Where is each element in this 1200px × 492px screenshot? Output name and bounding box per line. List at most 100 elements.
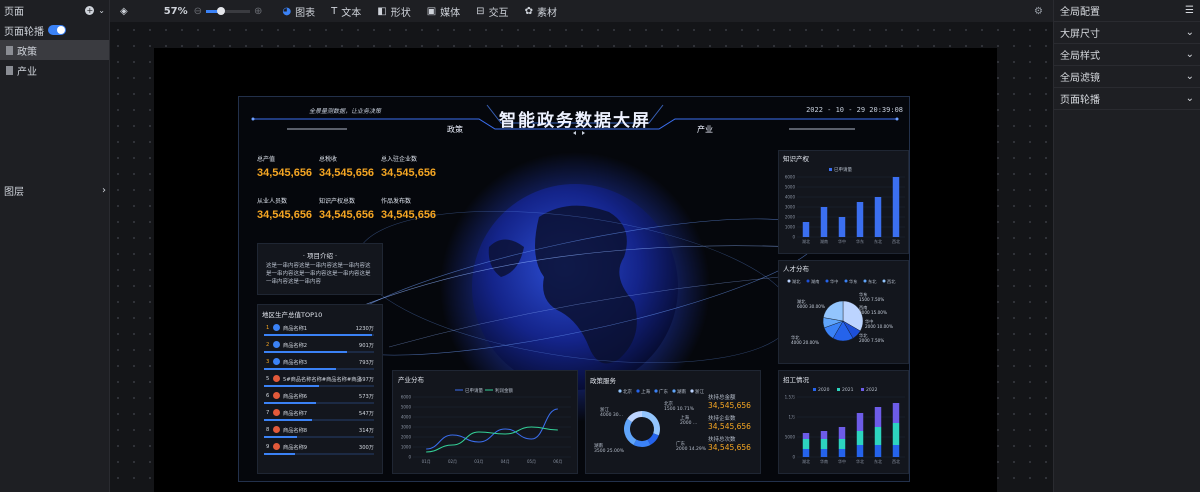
- text-icon: T: [331, 5, 338, 17]
- industry-line-chart: 产业分布已申请量 利润金额 0 1000 2000 3000 4000 5000 6000 01月…: [398, 375, 571, 464]
- page-list: 政策 产业: [0, 40, 109, 80]
- svg-text:上海: 上海: [680, 414, 689, 421]
- rank-value: 314万: [358, 428, 374, 434]
- zoom-slider[interactable]: [206, 6, 251, 15]
- talent-pie-chart: 人才分布湖北 湖南 华中 华东 东北 西北湖北 6000 30.00% 华东 1500 7.50…: [783, 264, 896, 345]
- rank-number: 1: [266, 325, 270, 331]
- stacked-bar-segment: [802, 439, 810, 449]
- zoom-in-icon[interactable]: ⊕: [254, 6, 262, 17]
- menu-icon[interactable]: ☰: [1185, 5, 1194, 16]
- config-panel: 全局配置 ☰ 大屏尺寸 ⌄ 全局样式 ⌄ 全局滤镜 ⌄ 页面轮播 ⌄: [1053, 0, 1200, 492]
- layers-icon[interactable]: ◈: [120, 6, 128, 17]
- rank-bar: [264, 436, 297, 438]
- pie-label: 华东 1500 7.50%: [859, 291, 884, 302]
- config-section-label: 全局样式: [1060, 51, 1100, 62]
- x-tick-label: 华南: [820, 458, 828, 464]
- industry-panel: 产业分布 已申请量 利润金额 0 1000 2000 3000 4000 5000 6000 01月…: [392, 370, 578, 474]
- policy-legend-item: 湖南: [672, 388, 686, 395]
- rank-name: 商品名称7: [283, 411, 308, 417]
- page-item-0[interactable]: 政策: [0, 40, 109, 60]
- rank-name: 商品名称9: [283, 445, 308, 451]
- editor-app: 页面 + ⌄ 页面轮播 政策 产业 图层 › ◈ 57% ⊖ ⊕ ◕ 图表 T 文本 ◧ 形…: [0, 0, 1200, 492]
- stacked-bar-segment: [856, 413, 864, 431]
- policy-slice-label: 北京1500 10.71%: [664, 400, 695, 412]
- config-section-label: 全局滤镜: [1060, 73, 1100, 84]
- layers-header[interactable]: 图层 ›: [0, 180, 110, 200]
- zoom-slider-handle[interactable]: [217, 6, 226, 15]
- legend-label: 华东: [849, 278, 857, 285]
- policy-slice-label: 浙江4000 30...: [600, 406, 623, 418]
- svg-text:浙江: 浙江: [695, 388, 704, 395]
- legend-swatch: [844, 279, 848, 283]
- stat-value: 34,545,656: [257, 209, 313, 221]
- stat-label: 总入驻企业数: [381, 156, 418, 163]
- svg-text:北京: 北京: [664, 400, 673, 407]
- chevron-down-icon[interactable]: ⌄: [98, 6, 105, 15]
- hiring-bar-chart: 招工情况 2020 2021 2022 0 5000 1万 1.5万湖北 华南 华中 华北 东北 西北: [783, 375, 905, 464]
- settings-icon[interactable]: ⚙: [1034, 6, 1043, 17]
- stacked-bar-segment: [892, 445, 900, 457]
- stat-label: 总产值: [257, 156, 276, 163]
- config-section-0[interactable]: 大屏尺寸 ⌄: [1054, 22, 1200, 44]
- x-tick-label: 东北: [874, 458, 882, 464]
- y-tick-label: 5000: [785, 435, 796, 440]
- ranking-row: 3 商品名称3 793万: [264, 358, 374, 375]
- page-carousel-label: 页面轮播: [4, 26, 44, 38]
- legend-swatch: [861, 388, 864, 391]
- stat-value: 34,545,656: [319, 167, 375, 179]
- legend-label: 2020: [818, 387, 830, 393]
- stacked-bar-segment: [838, 439, 846, 449]
- rank-name: 商品名称8: [283, 428, 308, 434]
- x-tick-label: 湖北: [802, 238, 810, 244]
- stacked-bar-segment: [802, 433, 810, 439]
- intro-text: 这是一串内容这是一串内容这是一串内容这是一串内容这是一串内容这是一串内容这是一串…: [266, 263, 371, 285]
- page-carousel-toggle[interactable]: [48, 25, 66, 35]
- toolbar-item-label: 图表: [295, 7, 316, 19]
- rank-badge-icon: [273, 392, 280, 399]
- config-section-1[interactable]: 全局样式 ⌄: [1054, 44, 1200, 66]
- policy-legend-item: 广东: [654, 388, 668, 395]
- crown-icon: [273, 358, 280, 365]
- add-page-icon[interactable]: +: [85, 5, 95, 15]
- rank-bar: [264, 419, 313, 421]
- editor-canvas[interactable]: 全景量测数据，让业务决策 智能政务数据大屏 2022 - 10 - 29 20:…: [110, 22, 1053, 492]
- rank-name: 5#商品名称名称#商品名称#商品: [283, 377, 362, 383]
- page-item-1[interactable]: 产业: [0, 60, 109, 80]
- stacked-bar-segment: [820, 431, 828, 439]
- bar: [820, 207, 828, 237]
- legend-label: 东北: [868, 278, 877, 285]
- rank-name: 商品名称6: [283, 394, 308, 400]
- interaction-icon: ⊟: [476, 5, 485, 17]
- rank-bar: [264, 334, 372, 336]
- legend-label: 已申请量: [834, 166, 852, 173]
- toolbar-item-shape[interactable]: ◧ 形状: [377, 4, 410, 19]
- stacked-bar-segment: [838, 427, 846, 439]
- legend-label: 利润金额: [495, 387, 513, 394]
- stat-label: 从业人员数: [257, 198, 288, 205]
- page-icon: [6, 65, 13, 75]
- crown-icon: [273, 341, 280, 348]
- zoom-out-icon[interactable]: ⊖: [194, 6, 202, 17]
- toolbar-item-text[interactable]: T 文本: [331, 4, 361, 19]
- config-section-label: 页面轮播: [1060, 95, 1100, 106]
- page-carousel-row: 页面轮播: [0, 20, 109, 40]
- config-section-3[interactable]: 页面轮播 ⌄: [1054, 88, 1200, 110]
- ip-panel: 知识产权 已申请量 0 1000 2000 3000 4000 5000 6000 湖北 湖南 华中 华…: [778, 150, 909, 254]
- shape-icon: ◧: [377, 5, 387, 17]
- policy-panel: 政策服务 北京 上海 广东 湖南 浙江 浙江 4000 30... 北京 1500 10.71%…: [585, 370, 761, 474]
- toolbar-item-chart[interactable]: ◕ 图表: [282, 4, 315, 19]
- config-section-2[interactable]: 全局滤镜 ⌄: [1054, 66, 1200, 88]
- page-label: 产业: [17, 66, 37, 78]
- toolbar-item-media[interactable]: ▣ 媒体: [427, 4, 460, 19]
- legend-label: 已申请量: [465, 387, 483, 394]
- talent-panel: 人才分布 湖北 湖南 华中 华东 东北 西北 湖北 6000 30.00% 华东 1500 7.50…: [778, 260, 909, 364]
- toolbar-item-asset[interactable]: ✿ 素材: [525, 4, 557, 19]
- bar: [802, 222, 810, 237]
- toolbar-item-interaction[interactable]: ⊟ 交互: [476, 4, 508, 19]
- dashboard-screen[interactable]: 全景量测数据，让业务决策 智能政务数据大屏 2022 - 10 - 29 20:…: [238, 96, 910, 482]
- x-tick-label: 西北: [892, 458, 900, 464]
- pie-label: 华北 4000 20.00%: [791, 334, 819, 345]
- page-label: 政策: [17, 46, 37, 58]
- policy-kpi-value: 34,545,656: [708, 443, 751, 452]
- svg-text:1500 10.71%: 1500 10.71%: [664, 406, 695, 412]
